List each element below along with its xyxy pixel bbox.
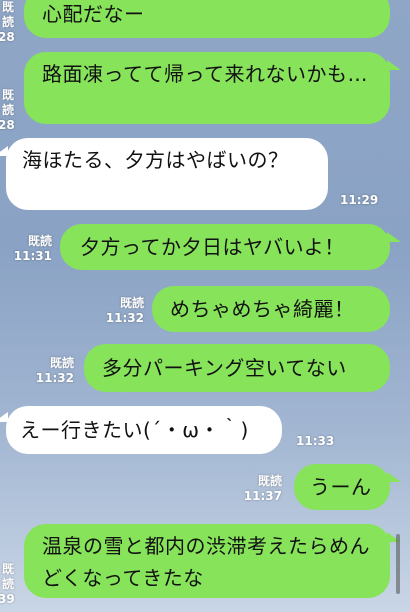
message-text: 温泉の雪と都内の渋滞考えたらめんどくなってきたな	[42, 534, 370, 590]
message-text: 多分パーキング空いてない	[102, 356, 347, 380]
read-receipt: 既読 28	[0, 0, 15, 44]
message-bubble-sent[interactable]: うーん	[294, 464, 390, 510]
scrollbar[interactable]	[396, 534, 400, 594]
message-time: 11:29	[340, 193, 379, 207]
read-receipt: 既読 11:32	[105, 296, 144, 325]
message-text: 海ほたる、夕方はやばいの？	[22, 148, 289, 172]
bubble-tail	[387, 472, 401, 482]
bubble-tail	[387, 60, 401, 70]
message-bubble-sent[interactable]: めちゃめちゃ綺麗！	[152, 286, 390, 332]
message-text: めちゃめちゃ綺麗！	[170, 297, 355, 321]
read-receipt: 既読 11:32	[35, 356, 74, 385]
read-receipt: 既読 11:37	[243, 474, 282, 503]
message-text: 路面凍ってて帰って来れないかも…	[42, 62, 368, 86]
bubble-tail	[0, 412, 8, 422]
message-text: うーん	[310, 475, 372, 499]
bubble-tail	[0, 146, 8, 156]
message-bubble-sent[interactable]: 夕方ってか夕日はヤバいよ！	[60, 224, 390, 270]
message-text: 夕方ってか夕日はヤバいよ！	[80, 235, 345, 259]
message-bubble-sent[interactable]: 多分パーキング空いてない	[84, 344, 390, 392]
message-bubble-received[interactable]: えー行きたい(´・ω・｀)	[6, 406, 282, 454]
read-receipt: 既読 28	[0, 88, 15, 132]
message-bubble-sent[interactable]: 心配だなー	[24, 0, 390, 38]
read-receipt: 既読 11:31	[13, 234, 52, 263]
message-text: 心配だなー	[42, 2, 145, 26]
bubble-tail	[387, 232, 401, 242]
message-time: 11:33	[296, 434, 335, 448]
read-receipt: 既読 39	[0, 562, 15, 606]
message-bubble-sent[interactable]: 路面凍ってて帰って来れないかも…	[24, 52, 390, 124]
message-bubble-received[interactable]: 海ほたる、夕方はやばいの？	[6, 138, 328, 210]
message-bubble-sent[interactable]: 温泉の雪と都内の渋滞考えたらめんどくなってきたな	[24, 524, 390, 598]
message-text: えー行きたい(´・ω・｀)	[20, 418, 249, 442]
